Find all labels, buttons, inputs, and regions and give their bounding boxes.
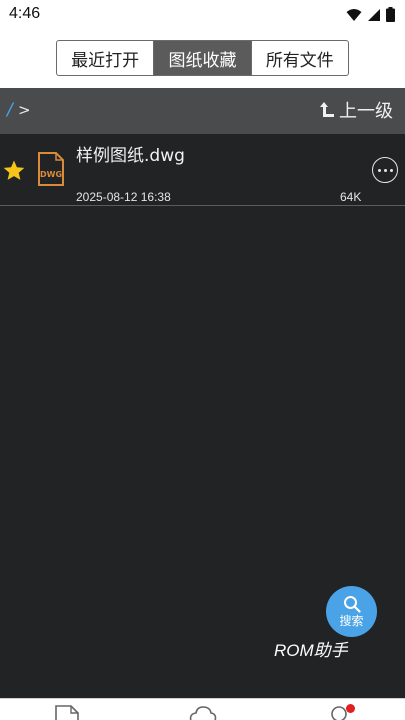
cloud-nav-icon[interactable] <box>188 705 218 720</box>
tab-recent[interactable]: 最近打开 <box>57 41 155 75</box>
more-dot <box>389 168 393 172</box>
file-size: 64K <box>340 190 362 204</box>
search-label: 搜索 <box>339 613 364 628</box>
tab-favorites[interactable]: 图纸收藏 <box>154 41 252 75</box>
battery-icon <box>386 7 395 22</box>
file-date: 2025-08-12 16:38 <box>76 190 171 204</box>
search-icon <box>343 595 361 613</box>
status-icons <box>346 7 395 22</box>
list-item[interactable]: DWG 样例图纸.dwg 2025-08-12 16:38 64K <box>0 134 405 206</box>
path-root[interactable]: / <box>7 100 13 120</box>
notification-badge <box>346 704 355 713</box>
dwg-file-icon: DWG <box>38 152 64 186</box>
file-nav-icon[interactable] <box>54 705 80 720</box>
search-button[interactable]: 搜索 <box>326 586 377 637</box>
arrow-up-back-icon <box>320 102 334 117</box>
up-level-label: 上一级 <box>339 101 393 122</box>
status-time: 4:46 <box>9 5 41 22</box>
path-bar: / > 上一级 <box>0 88 405 134</box>
up-level-button[interactable]: 上一级 <box>319 97 393 123</box>
watermark-text: ROM助手 <box>274 641 348 660</box>
tab-all-files[interactable]: 所有文件 <box>252 41 348 75</box>
tabs-area: 最近打开 图纸收藏 所有文件 <box>0 30 405 88</box>
file-name: 样例图纸.dwg <box>76 146 185 166</box>
more-dot <box>377 168 381 172</box>
more-dot <box>383 168 387 172</box>
more-options-button[interactable] <box>372 157 398 183</box>
star-icon[interactable] <box>2 159 26 183</box>
bottom-nav <box>0 698 405 720</box>
file-type-label: DWG <box>40 170 62 179</box>
path-separator: > <box>18 101 31 119</box>
status-bar: 4:46 <box>0 0 405 30</box>
tab-group: 最近打开 图纸收藏 所有文件 <box>56 40 349 76</box>
signal-icon <box>368 8 380 21</box>
wifi-icon <box>346 8 362 21</box>
